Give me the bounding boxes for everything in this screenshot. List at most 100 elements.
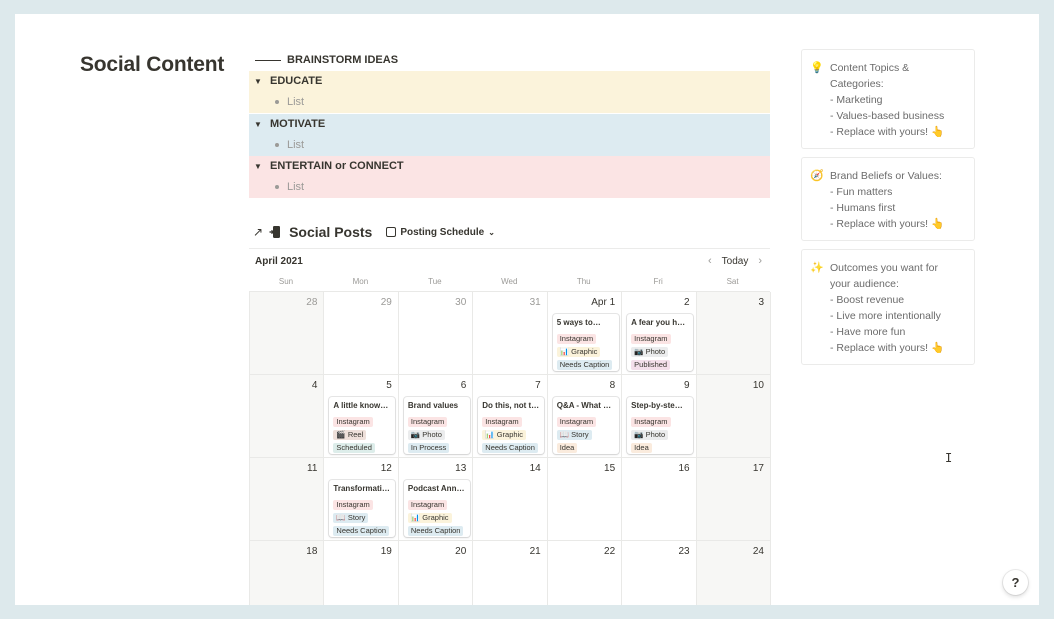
link-arrow-icon[interactable]: ↗: [253, 225, 263, 239]
post-card[interactable]: Podcast Ann… Instagram 📊 Graphic Needs Capt…: [403, 480, 470, 537]
day-number: 11: [307, 463, 318, 474]
post-card[interactable]: A fear you h… Instagram 📷 Photo Published: [627, 314, 694, 371]
weekday-label: Wed: [501, 277, 518, 286]
toggle-triangle-icon[interactable]: ▼: [254, 77, 262, 86]
callout-line: your audience:: [830, 278, 899, 290]
bullet-item[interactable]: List: [287, 181, 304, 193]
brainstorm-heading: BRAINSTORM IDEAS: [255, 54, 398, 66]
view-selector[interactable]: Posting Schedule ⌄: [386, 227, 495, 238]
toggle-triangle-icon[interactable]: ▼: [254, 162, 262, 171]
bullet-dot: [275, 100, 279, 104]
post-card[interactable]: Transformati… Instagram 📖 Story Needs Capti…: [329, 480, 396, 537]
bullet-dot: [275, 185, 279, 189]
text-cursor-icon: I: [945, 451, 953, 465]
calendar-day-cell[interactable]: 7 Do this, not t… Instagram 📊 Graphic Needs …: [473, 375, 548, 458]
callout-line: - Have more fun: [830, 326, 906, 338]
day-number: 23: [678, 546, 690, 557]
calendar-day-cell[interactable]: 4: [250, 375, 325, 458]
calendar-day-cell[interactable]: 13 Podcast Ann… Instagram 📊 Graphic Needs Ca…: [398, 458, 474, 541]
callout-line: Brand Beliefs or Values:: [830, 170, 942, 182]
calendar-day-cell[interactable]: 9 Step-by-ste… Instagram 📷 Photo Idea: [622, 375, 697, 458]
help-button[interactable]: ?: [1003, 570, 1028, 595]
calendar-day-cell[interactable]: 8 Q&A - What … Instagram 📖 Story Idea: [547, 375, 623, 458]
toggle-educate[interactable]: ▼ EDUCATE List: [249, 71, 770, 113]
calendar-day-cell[interactable]: 23: [622, 541, 697, 605]
day-number: 4: [311, 380, 318, 391]
weekday-label: Sun: [278, 277, 294, 286]
callout-line: - Replace with yours! 👆: [830, 126, 945, 138]
post-tag: Needs Caption: [407, 526, 464, 536]
weekday-label: Tue: [428, 277, 442, 286]
calendar-day-cell[interactable]: 15: [547, 458, 623, 541]
post-tag: Idea: [631, 443, 652, 453]
bullet-item[interactable]: List: [287, 139, 304, 151]
post-tag: In Process: [407, 443, 450, 453]
calendar-day-cell[interactable]: 14: [473, 458, 548, 541]
post-card[interactable]: Brand values Instagram 📷 Photo In Process: [403, 397, 470, 454]
day-number: 19: [380, 546, 392, 557]
post-title: Q&A - What …: [556, 401, 612, 410]
heading-rule: [255, 59, 281, 61]
toggle-entertain[interactable]: ▼ ENTERTAIN or CONNECT List: [249, 156, 770, 198]
callout-line: - Marketing: [830, 94, 883, 106]
post-tag: Needs Caption: [556, 360, 613, 370]
calendar-day-cell[interactable]: 11: [250, 458, 325, 541]
calendar-day-cell[interactable]: 19: [324, 541, 399, 605]
calendar-day-cell[interactable]: 5 A little know… Instagram 🎬 Reel Scheduled: [324, 375, 399, 458]
database-title[interactable]: Social Posts: [289, 224, 372, 240]
toggle-triangle-icon[interactable]: ▼: [254, 120, 262, 129]
calendar-day-cell[interactable]: 21: [473, 541, 548, 605]
day-number: 29: [380, 297, 392, 308]
post-tag: Scheduled: [333, 443, 375, 453]
compass-icon: 🧭: [810, 170, 824, 182]
social-posts-header: ↗ Social Posts Posting Schedule ⌄: [253, 224, 495, 240]
calendar-day-cell[interactable]: 16: [622, 458, 697, 541]
day-number: 13: [455, 463, 467, 474]
post-title: Transformati…: [333, 484, 390, 493]
calendar-day-cell[interactable]: Apr 1 5 ways to… Instagram 📊 Graphic Needs C…: [547, 292, 623, 375]
callout-line: Categories:: [830, 78, 884, 90]
sparkles-icon: ✨: [810, 262, 824, 274]
calendar-day-cell[interactable]: 24: [696, 541, 771, 605]
calendar-day-cell[interactable]: 6 Brand values Instagram 📷 Photo In Process: [398, 375, 474, 458]
calendar-day-cell[interactable]: 30: [398, 292, 474, 375]
calendar-day-cell[interactable]: 12 Transformati… Instagram 📖 Story Needs Cap…: [324, 458, 399, 541]
post-card[interactable]: Step-by-ste… Instagram 📷 Photo Idea: [627, 397, 694, 454]
lightbulb-icon: 💡: [810, 62, 824, 74]
calendar-day-cell[interactable]: 31: [473, 292, 548, 375]
day-number: 9: [684, 380, 690, 391]
calendar-day-cell[interactable]: 22: [547, 541, 623, 605]
calendar-day-cell[interactable]: 3: [696, 292, 771, 375]
post-tag: Idea: [556, 443, 578, 453]
post-card[interactable]: 5 ways to… Instagram 📊 Graphic Needs Captio…: [552, 314, 619, 371]
post-tag: Published: [631, 360, 671, 370]
callout-line: - Live more intentionally: [830, 310, 941, 322]
post-card[interactable]: A little know… Instagram 🎬 Reel Scheduled: [329, 397, 396, 454]
calendar-day-cell[interactable]: 29: [324, 292, 399, 375]
post-card[interactable]: Q&A - What … Instagram 📖 Story Idea: [552, 397, 619, 454]
bullet-item[interactable]: List: [287, 96, 304, 108]
post-card[interactable]: Do this, not t… Instagram 📊 Graphic Needs C…: [478, 397, 545, 454]
post-title: 5 ways to…: [556, 318, 601, 327]
calendar-day-cell[interactable]: 18: [250, 541, 325, 605]
calendar-day-cell[interactable]: 10: [696, 375, 771, 458]
day-number: 12: [380, 463, 392, 474]
calendar-day-cell[interactable]: 17: [696, 458, 771, 541]
toggle-label: EDUCATE: [270, 75, 323, 87]
day-number: 15: [604, 463, 616, 474]
calendar-day-cell[interactable]: 20: [398, 541, 474, 605]
day-number: 18: [306, 546, 318, 557]
callout-box: 🧭 Brand Beliefs or Values: - Fun matters - …: [801, 157, 975, 241]
toggle-motivate[interactable]: ▼ MOTIVATE List: [249, 114, 770, 156]
post-title: Podcast Ann…: [407, 484, 465, 493]
post-title: A little know…: [333, 401, 389, 410]
calendar-nav: ‹ Today ›: [708, 255, 762, 267]
chevron-left-icon[interactable]: ‹: [708, 255, 712, 267]
callout-line: - Fun matters: [830, 186, 893, 198]
today-button[interactable]: Today: [722, 256, 749, 267]
chevron-right-icon[interactable]: ›: [758, 255, 762, 267]
day-number: 2: [684, 297, 690, 308]
calendar-day-cell[interactable]: 28: [250, 292, 325, 375]
calendar-day-cell[interactable]: 2 A fear you h… Instagram 📷 Photo Published: [622, 292, 697, 375]
day-number: 7: [535, 380, 541, 391]
